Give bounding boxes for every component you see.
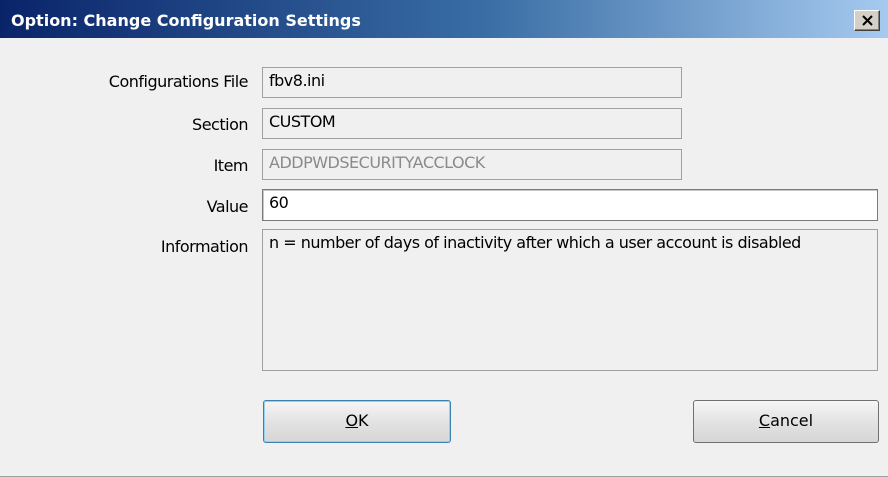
window-title: Option: Change Configuration Settings	[11, 11, 361, 30]
information-text: n = number of days of inactivity after w…	[262, 229, 878, 371]
value-label: Value	[206, 197, 249, 216]
config-file-label: Configurations File	[108, 72, 249, 91]
section-field: CUSTOM	[262, 108, 682, 139]
close-button[interactable]	[854, 10, 880, 31]
ok-button-label: OK	[345, 411, 369, 430]
item-field: ADDPWDSECURITYACCLOCK	[262, 149, 682, 180]
section-label: Section	[192, 115, 248, 134]
ok-button[interactable]: OK	[263, 400, 451, 443]
item-label: Item	[213, 156, 249, 175]
config-file-field: fbv8.ini	[262, 67, 682, 98]
cancel-button[interactable]: Cancel	[693, 400, 879, 443]
cancel-button-label: Cancel	[758, 411, 814, 430]
title-bar: Option: Change Configuration Settings	[0, 0, 888, 38]
value-input[interactable]: 60	[262, 189, 878, 221]
close-icon	[862, 15, 873, 26]
information-label: Information	[160, 237, 249, 256]
config-dialog: Option: Change Configuration Settings Co…	[0, 0, 888, 477]
